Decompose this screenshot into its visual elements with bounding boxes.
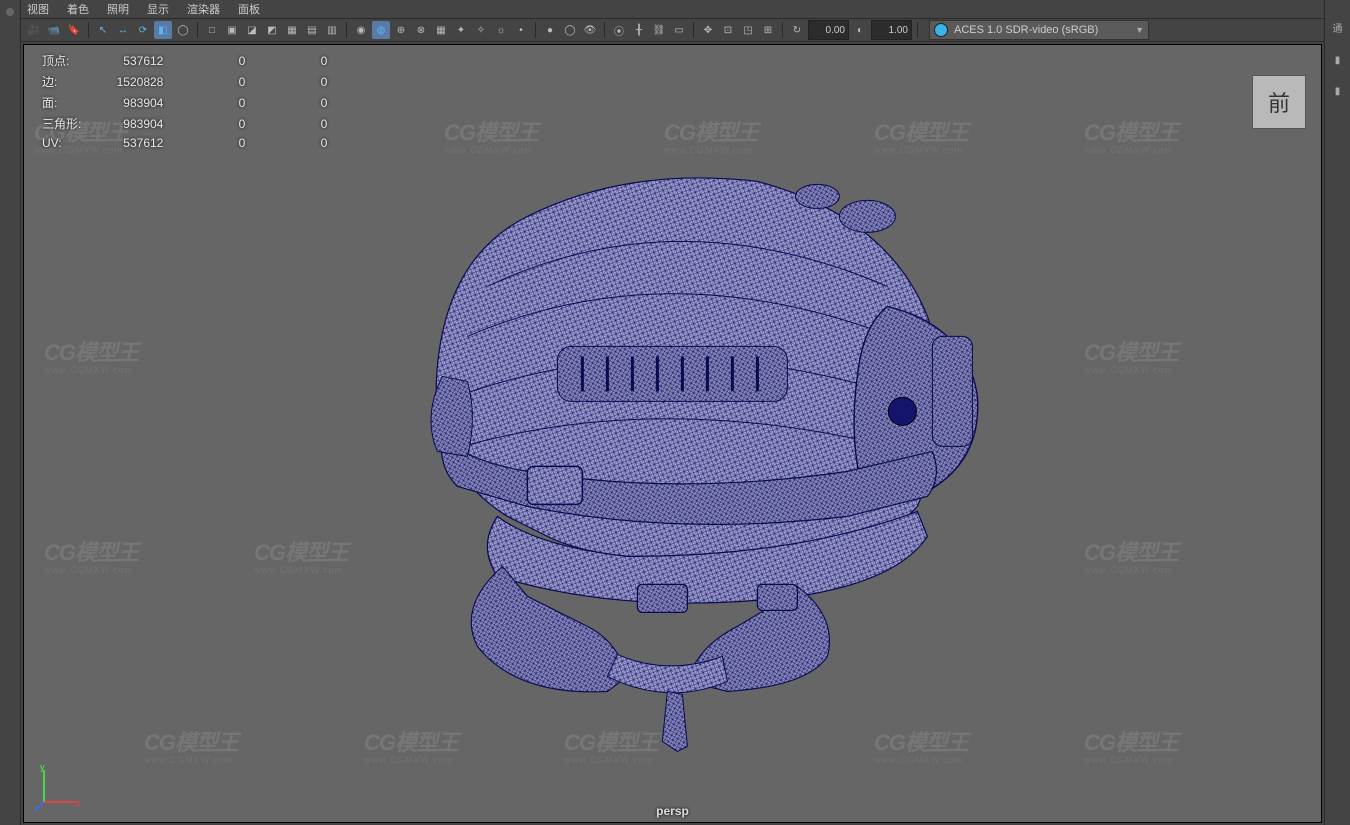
isolate-icon[interactable]: ⊡	[719, 21, 737, 39]
view-cube-label: 前	[1268, 86, 1290, 118]
toolbar-separator	[782, 22, 783, 38]
chevron-down-icon: ▼	[1135, 25, 1144, 35]
xray-icon[interactable]: ⊞	[759, 21, 777, 39]
right-collapsed-tab[interactable]: ▮	[1332, 55, 1343, 66]
svg-text:x: x	[76, 798, 81, 808]
time-field-a[interactable]	[808, 20, 849, 40]
normals-icon[interactable]: ✦	[452, 21, 470, 39]
eye-icon[interactable]: 👁	[581, 21, 599, 39]
joint-icon[interactable]: ⦿	[610, 21, 628, 39]
right-hint: 通	[1333, 20, 1343, 35]
toolbar-separator	[693, 22, 694, 38]
hud-row: UV: 537612 0 0	[32, 135, 337, 151]
grid-icon[interactable]: ▦	[432, 21, 450, 39]
isolate2-icon[interactable]: ◳	[739, 21, 757, 39]
colorspace-label: ACES 1.0 SDR-video (sRGB)	[954, 24, 1098, 36]
rail-dot[interactable]	[6, 8, 14, 16]
sphere2-icon[interactable]: ●	[541, 21, 559, 39]
light-icon[interactable]: ▦	[283, 21, 301, 39]
svg-text:z: z	[34, 804, 39, 812]
link-icon[interactable]: ⛓	[650, 21, 668, 39]
globe2-icon[interactable]: ⊗	[412, 21, 430, 39]
cube-icon[interactable]: □	[203, 21, 221, 39]
sphere-wire-icon[interactable]: ◍	[372, 21, 390, 39]
hud-row: 三角形: 983904 0 0	[32, 114, 337, 133]
hud-row: 顶点: 537612 0 0	[32, 51, 337, 70]
poly-count-hud: 顶点: 537612 0 0 边: 1520828 0 0 面: 983904	[30, 49, 339, 153]
toolbar-separator	[604, 22, 605, 38]
colorspace-swatch-icon	[934, 23, 948, 37]
hud-row: 边: 1520828 0 0	[32, 72, 337, 91]
menu-renderer[interactable]: 渲染器	[187, 1, 220, 17]
circle-icon[interactable]: ◯	[561, 21, 579, 39]
menu-lighting[interactable]: 照明	[107, 1, 129, 17]
hud-row: 面: 983904 0 0	[32, 93, 337, 112]
camera-name-label: persp	[656, 804, 689, 818]
snap-icon[interactable]: ✥	[699, 21, 717, 39]
toolbar-separator	[535, 22, 536, 38]
axis-gizmo: y x z	[34, 762, 84, 812]
shade-flat-icon[interactable]: ◪	[243, 21, 261, 39]
lasso-icon[interactable]: ◯	[174, 21, 192, 39]
scale-icon[interactable]: ◧	[154, 21, 172, 39]
right-collapsed-tab[interactable]: ▮	[1332, 86, 1343, 97]
colorspace-dropdown[interactable]: ACES 1.0 SDR-video (sRGB) ▼	[929, 20, 1149, 40]
cube-wire-icon[interactable]: ▣	[223, 21, 241, 39]
texture-icon[interactable]: ▤	[303, 21, 321, 39]
bookmark-icon[interactable]: 🔖	[65, 21, 83, 39]
select-arrow-icon[interactable]: ↖	[94, 21, 112, 39]
sphere-icon[interactable]: ◉	[352, 21, 370, 39]
move-icon[interactable]: ↔	[114, 21, 132, 39]
sun-icon[interactable]: ☼	[492, 21, 510, 39]
view-cube[interactable]: 前	[1252, 75, 1306, 129]
right-side-panel: 通 ▮ ▮	[1324, 0, 1350, 825]
camera-icon[interactable]: 🎥	[25, 21, 43, 39]
panel-toolbar: 🎥 📹 🔖 ↖ ↔ ⟳ ◧ ◯ □ ▣ ◪ ◩ ▦ ▤ ▥ ◉ ◍ ⊕ ⊗ ▦ …	[21, 19, 1324, 42]
menu-view[interactable]: 视图	[27, 1, 49, 17]
time-field-b[interactable]	[871, 20, 912, 40]
svg-text:y: y	[40, 762, 45, 772]
viewport[interactable]: CG模型王www.CGMXW.com CG模型王www.CGMXW.com CG…	[23, 44, 1322, 823]
menu-panels[interactable]: 面板	[238, 1, 260, 17]
texture2-icon[interactable]: ▥	[323, 21, 341, 39]
globe-icon[interactable]: ⊕	[392, 21, 410, 39]
camera2-icon[interactable]: 📹	[45, 21, 63, 39]
menu-show[interactable]: 显示	[147, 1, 169, 17]
left-rail	[0, 0, 21, 825]
menu-shading[interactable]: 着色	[67, 1, 89, 17]
panel-menu-bar: 视图 着色 照明 显示 渲染器 面板	[21, 0, 1324, 19]
time-step-icon[interactable]: ◐	[851, 21, 869, 39]
rotate-icon[interactable]: ⟳	[134, 21, 152, 39]
toolbar-separator	[197, 22, 198, 38]
reload-icon[interactable]: ↻	[788, 21, 806, 39]
shade-smooth-icon[interactable]: ◩	[263, 21, 281, 39]
toolbar-separator	[346, 22, 347, 38]
ik-icon[interactable]: ╂	[630, 21, 648, 39]
dot-icon[interactable]: •	[512, 21, 530, 39]
toolbar-separator	[917, 22, 918, 38]
mesh-wireframe	[327, 136, 1047, 756]
link2-icon[interactable]: ▭	[670, 21, 688, 39]
light2-icon[interactable]: ✧	[472, 21, 490, 39]
toolbar-separator	[88, 22, 89, 38]
